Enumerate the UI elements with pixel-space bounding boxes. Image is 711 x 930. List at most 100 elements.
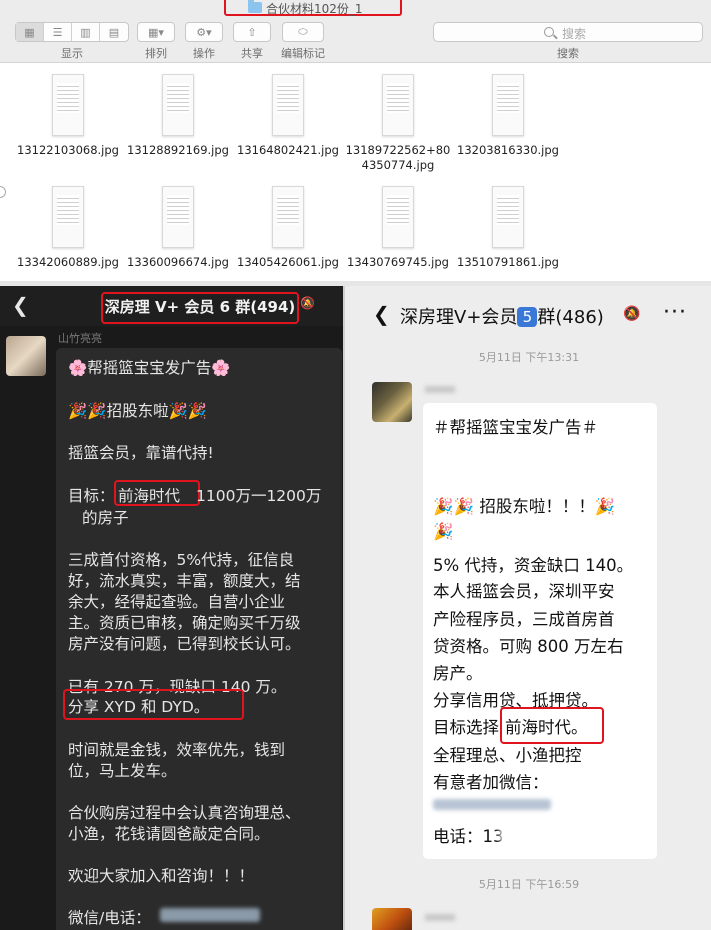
group-number-badge: 5 <box>517 307 538 327</box>
file-item[interactable]: 13342060889.jpg <box>13 186 123 270</box>
message-line: 电话：13 <box>433 827 504 846</box>
message-line: 欢迎大家加入和咨询！！！ <box>68 867 255 885</box>
mute-icon: 🔕 <box>623 306 641 322</box>
message-line: 房产。 <box>433 664 483 683</box>
file-name: 13189722562+80 4350774.jpg <box>343 143 453 173</box>
window-title-highlight: 合伙材料102份_1 <box>224 0 402 16</box>
tags-button[interactable]: ⬭ <box>282 22 324 42</box>
redacted-contact <box>160 908 260 922</box>
sender-name: 山竹亮亮 <box>58 332 102 345</box>
message-line: 全程理总、小渔把控 <box>433 746 582 765</box>
share-button[interactable]: ⇧ <box>233 22 271 42</box>
avatar[interactable] <box>6 336 46 376</box>
message-line: 产险程序员，三成首房首 <box>433 610 615 629</box>
message-timestamp: 5月11日 下午13:31 <box>478 351 580 364</box>
file-item[interactable]: 13128892169.jpg <box>123 74 233 158</box>
message-timestamp: 5月11日 下午16:59 <box>478 878 580 891</box>
right-chat-title-prefix: 深房理V+会员 <box>400 307 518 328</box>
search-placeholder: 搜索 <box>562 27 587 41</box>
image-thumbnail <box>382 74 414 136</box>
arrange-icon: ▦▾ <box>148 25 164 39</box>
scroll-indicator <box>0 186 6 198</box>
folder-icon <box>248 0 262 13</box>
action-label: 操作 <box>193 47 215 60</box>
left-chat-header: ❮ 深房理 V+ 会员 6 群(494) 🔕 <box>0 286 343 326</box>
image-thumbnail <box>272 74 304 136</box>
file-item[interactable]: 13189722562+80 4350774.jpg <box>343 74 453 173</box>
file-name: 13164802421.jpg <box>237 143 339 157</box>
highlight-box <box>63 689 244 720</box>
redacted-sender <box>425 914 455 921</box>
file-name: 13203816330.jpg <box>457 143 559 157</box>
image-thumbnail <box>492 74 524 136</box>
icon-view-icon[interactable]: ▦ <box>16 23 44 41</box>
message-line: 余大，经得起查验。自营小企业 <box>68 593 286 611</box>
image-thumbnail <box>272 186 304 248</box>
search-label: 搜索 <box>557 47 579 60</box>
message-line: 目标： <box>68 487 115 505</box>
mute-icon: 🔕 <box>300 296 315 310</box>
message-line: 🌸帮摇篮宝宝发广告🌸 <box>68 359 231 377</box>
image-thumbnail <box>492 186 524 248</box>
image-thumbnail <box>52 186 84 248</box>
file-name: 13360096674.jpg <box>127 255 229 269</box>
search-field[interactable]: 搜索 <box>433 22 703 42</box>
message-line: 位，马上发车。 <box>68 762 177 780</box>
message-line: 5% 代持，资金缺口 140。 <box>433 556 634 575</box>
avatar[interactable] <box>372 382 412 422</box>
file-item[interactable]: 13360096674.jpg <box>123 186 233 270</box>
share-icon: ⇧ <box>247 25 257 39</box>
gallery-view-icon[interactable]: ▤ <box>100 23 128 41</box>
file-item[interactable]: 13164802421.jpg <box>233 74 343 158</box>
message-line: 微信/电话： <box>68 909 151 927</box>
file-name: 13128892169.jpg <box>127 143 229 157</box>
message-line: 好，流水真实，丰富，额度大，结 <box>68 572 301 590</box>
left-chat-screenshot: ❮ 深房理 V+ 会员 6 群(494) 🔕 山竹亮亮 🌸帮摇篮宝宝发广告🌸 🎉… <box>0 286 343 930</box>
chevron-left-icon[interactable]: ❮ <box>373 302 390 326</box>
file-item[interactable]: 13405426061.jpg <box>233 186 343 270</box>
file-item[interactable]: 13430769745.jpg <box>343 186 453 270</box>
message-line: 三成首付资格，5%代持，征信良 <box>68 551 295 569</box>
tag-icon: ⬭ <box>298 25 308 38</box>
file-name: 13342060889.jpg <box>17 255 119 269</box>
file-name-line2: 4350774.jpg <box>361 158 435 172</box>
right-chat-header: ❮ 深房理V+会员 5 群(486) 🔕 ··· <box>345 286 711 344</box>
finder-toolbar: 合伙材料102份_1 ▦ ☰ ▥ ▤ 显示 ▦▾ 排列 ⚙▾ 操作 ⇧ 共享 ⬭… <box>0 0 711 63</box>
message-line: 小渔，花钱请圆爸敲定合同。 <box>68 825 270 843</box>
action-button[interactable]: ⚙▾ <box>185 22 223 42</box>
right-chat-title-suffix: 群(486) <box>537 307 604 328</box>
image-thumbnail <box>52 74 84 136</box>
message-line: 本人摇篮会员，深圳平安 <box>433 582 615 601</box>
highlight-box <box>500 707 604 744</box>
image-thumbnail <box>162 186 194 248</box>
file-grid: 13122103068.jpg 13128892169.jpg 13164802… <box>0 64 711 286</box>
right-chat-title: 深房理V+会员 5 群(486) <box>400 303 604 329</box>
message-line: 房产没有问题，已得到校长认可。 <box>68 635 301 653</box>
image-thumbnail <box>382 186 414 248</box>
message-line: 有意者加微信： <box>433 773 549 792</box>
arrange-button[interactable]: ▦▾ <box>137 22 175 42</box>
message-line: ＃帮摇篮宝宝发广告＃ <box>433 418 598 437</box>
tags-label: 编辑标记 <box>281 47 325 60</box>
left-chat-title: 深房理 V+ 会员 6 群(494) <box>101 292 299 324</box>
file-item[interactable]: 13203816330.jpg <box>453 74 563 158</box>
message-line: 🎉🎉招股东啦🎉🎉 <box>68 402 208 420</box>
message-line: 目标选择 <box>433 718 499 737</box>
image-thumbnail <box>162 74 194 136</box>
file-item[interactable]: 13122103068.jpg <box>13 74 123 158</box>
file-name: 13510791861.jpg <box>457 255 559 269</box>
message-line: 主。资质已审核，确定购买千万级 <box>68 614 301 632</box>
chevron-left-icon[interactable]: ❮ <box>12 293 29 317</box>
file-name: 13430769745.jpg <box>347 255 449 269</box>
more-icon[interactable]: ··· <box>663 300 687 325</box>
file-item[interactable]: 13510791861.jpg <box>453 186 563 270</box>
file-name-line1: 13189722562+80 <box>345 143 451 157</box>
view-mode-control[interactable]: ▦ ☰ ▥ ▤ <box>15 22 129 42</box>
list-view-icon[interactable]: ☰ <box>44 23 72 41</box>
search-icon <box>544 27 554 37</box>
avatar[interactable] <box>372 908 412 930</box>
column-view-icon[interactable]: ▥ <box>72 23 100 41</box>
message-line: 1100万一1200万 <box>196 487 322 505</box>
file-name: 13405426061.jpg <box>237 255 339 269</box>
message-line: 时间就是金钱，效率优先，钱到 <box>68 741 286 759</box>
